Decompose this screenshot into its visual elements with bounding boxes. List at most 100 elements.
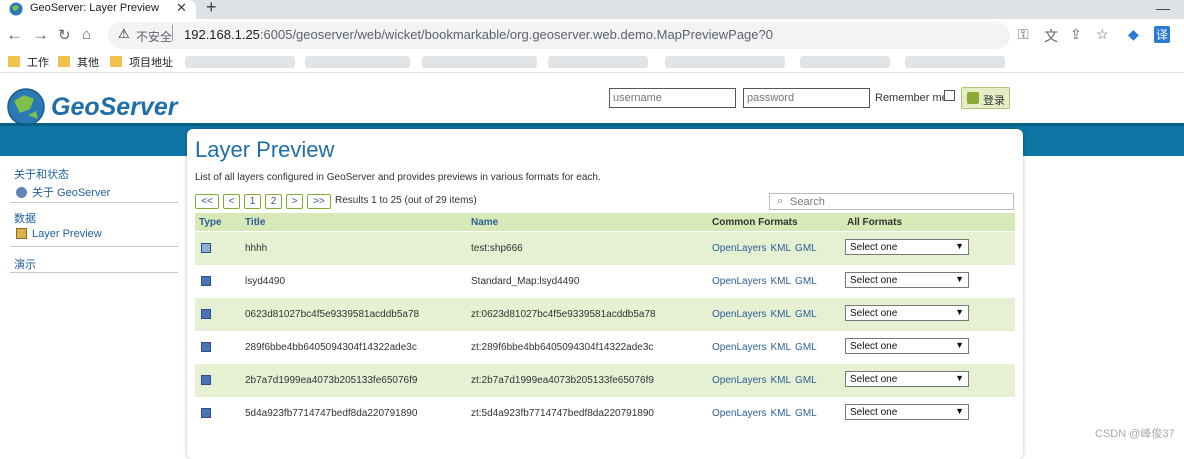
browser-tab[interactable]: GeoServer: Layer Preview ✕ [0,0,196,19]
bookmark-star-icon[interactable]: ☆ [1096,26,1109,43]
column-header-type[interactable]: Type [199,217,222,228]
address-bar[interactable]: ⚠ 不安全 192.168.1.25:6005/geoserver/web/wi… [108,22,1010,49]
all-formats-select[interactable]: Select one ▼ [845,272,969,288]
extension-icon[interactable]: ◆ [1128,26,1139,43]
format-link-openlayers[interactable]: OpenLayers [712,342,766,353]
common-formats: OpenLayers KML GML [712,375,821,386]
page-title: Layer Preview [195,137,335,162]
bookmark-folder-other[interactable]: 其他 [58,54,99,70]
layer-name: test:shp666 [471,243,523,254]
key-icon[interactable]: ⚿ [1018,26,1029,43]
pager-page-1[interactable]: 1 [244,194,261,209]
geoserver-header: GeoServer Remember me 登录 [0,73,1184,126]
select-value: Select one [850,242,898,253]
back-icon[interactable]: ← [6,25,23,45]
new-tab-button[interactable]: + [206,0,217,18]
forward-icon[interactable]: → [32,25,49,45]
format-link-gml[interactable]: GML [795,342,817,353]
format-link-gml[interactable]: GML [795,408,817,419]
format-link-kml[interactable]: KML [770,276,791,287]
layer-name: Standard_Map:lsyd4490 [471,276,580,287]
format-link-gml[interactable]: GML [795,276,817,287]
pager-info: Results 1 to 25 (out of 29 items) [335,195,477,206]
layer-title: 0623d81027bc4f5e9339581acddb5a78 [245,309,420,320]
search-input[interactable]: ⌕ Search [769,193,1014,210]
format-link-kml[interactable]: KML [770,408,791,419]
column-header-title[interactable]: Title [245,217,265,228]
tab-close-icon[interactable]: ✕ [176,0,187,16]
format-link-gml[interactable]: GML [795,375,817,386]
translate-extension-icon[interactable]: 译 [1154,26,1171,43]
sidebar-item-layer-preview[interactable]: Layer Preview [16,228,102,240]
chevron-down-icon: ▼ [955,241,964,251]
vector-layer-icon [201,276,211,286]
bookmark-label: 工作 [27,57,49,69]
login-button-label: 登录 [983,95,1005,107]
column-header-name[interactable]: Name [471,217,498,228]
bookmark-folder-projects[interactable]: 项目地址 [110,54,173,70]
common-formats: OpenLayers KML GML [712,309,821,320]
bookmark-folder-work[interactable]: 工作 [8,54,49,70]
translate-icon[interactable]: 文 [1044,26,1058,46]
pager-page-2[interactable]: 2 [265,194,282,209]
select-value: Select one [850,407,898,418]
format-link-openlayers[interactable]: OpenLayers [712,276,766,287]
format-link-openlayers[interactable]: OpenLayers [712,375,766,386]
blurred-bookmark[interactable] [800,56,890,68]
folder-icon [110,56,122,67]
format-link-kml[interactable]: KML [770,309,791,320]
format-link-gml[interactable]: GML [795,309,817,320]
format-link-kml[interactable]: KML [770,342,791,353]
format-link-kml[interactable]: KML [770,375,791,386]
sidebar-divider [10,272,178,273]
watermark: CSDN @峰俊37 [1095,428,1175,440]
blurred-bookmark[interactable] [665,56,785,68]
blurred-bookmark[interactable] [905,56,1005,68]
format-link-openlayers[interactable]: OpenLayers [712,309,766,320]
all-formats-select[interactable]: Select one ▼ [845,239,969,255]
all-formats-select[interactable]: Select one ▼ [845,404,969,420]
chevron-down-icon: ▼ [955,274,964,284]
username-input[interactable] [609,88,736,108]
geoserver-logo-text[interactable]: GeoServer [51,93,177,122]
reload-icon[interactable]: ↻ [58,26,71,44]
chevron-down-icon: ▼ [955,373,964,383]
geoserver-favicon-icon [9,2,23,16]
select-value: Select one [850,275,898,286]
browser-tab-strip: GeoServer: Layer Preview ✕ + — [0,0,1184,19]
share-icon[interactable]: ⇪ [1070,26,1082,43]
url-text[interactable]: 192.168.1.25:6005/geoserver/web/wicket/b… [184,27,773,42]
tab-title: GeoServer: Layer Preview [30,2,159,14]
blurred-bookmark[interactable] [422,56,537,68]
remember-me-checkbox[interactable] [944,90,955,101]
common-formats: OpenLayers KML GML [712,342,821,353]
sidebar-section-demos[interactable]: 演示 [14,256,36,272]
blurred-bookmark[interactable] [305,56,410,68]
info-icon [16,187,27,198]
blurred-bookmark[interactable] [548,56,648,68]
pager-prev-button[interactable]: < [223,194,240,209]
pager-first-button[interactable]: << [195,194,219,209]
vector-layer-icon [201,375,211,385]
format-link-kml[interactable]: KML [770,243,791,254]
layer-title: lsyd4490 [245,276,286,287]
password-input[interactable] [743,88,870,108]
blurred-bookmark[interactable] [185,56,295,68]
home-icon[interactable]: ⌂ [82,26,91,43]
all-formats-select[interactable]: Select one ▼ [845,338,969,354]
all-formats-select[interactable]: Select one ▼ [845,305,969,321]
sidebar-item-about-geoserver[interactable]: 关于 GeoServer [16,184,110,200]
layer-title: 5d4a923fb7714747bedf8da220791890 [245,408,418,419]
minimize-window-icon[interactable]: — [1156,0,1170,16]
common-formats: OpenLayers KML GML [712,243,821,254]
format-link-openlayers[interactable]: OpenLayers [712,408,766,419]
login-button[interactable]: 登录 [961,87,1010,109]
sidebar-divider [10,202,178,203]
pager-next-button[interactable]: > [286,194,303,209]
format-link-gml[interactable]: GML [795,243,817,254]
pager-last-button[interactable]: >> [307,194,331,209]
all-formats-select[interactable]: Select one ▼ [845,371,969,387]
format-link-openlayers[interactable]: OpenLayers [712,243,766,254]
sidebar-item-label: Layer Preview [32,228,102,240]
geoserver-logo-icon[interactable] [6,87,46,127]
